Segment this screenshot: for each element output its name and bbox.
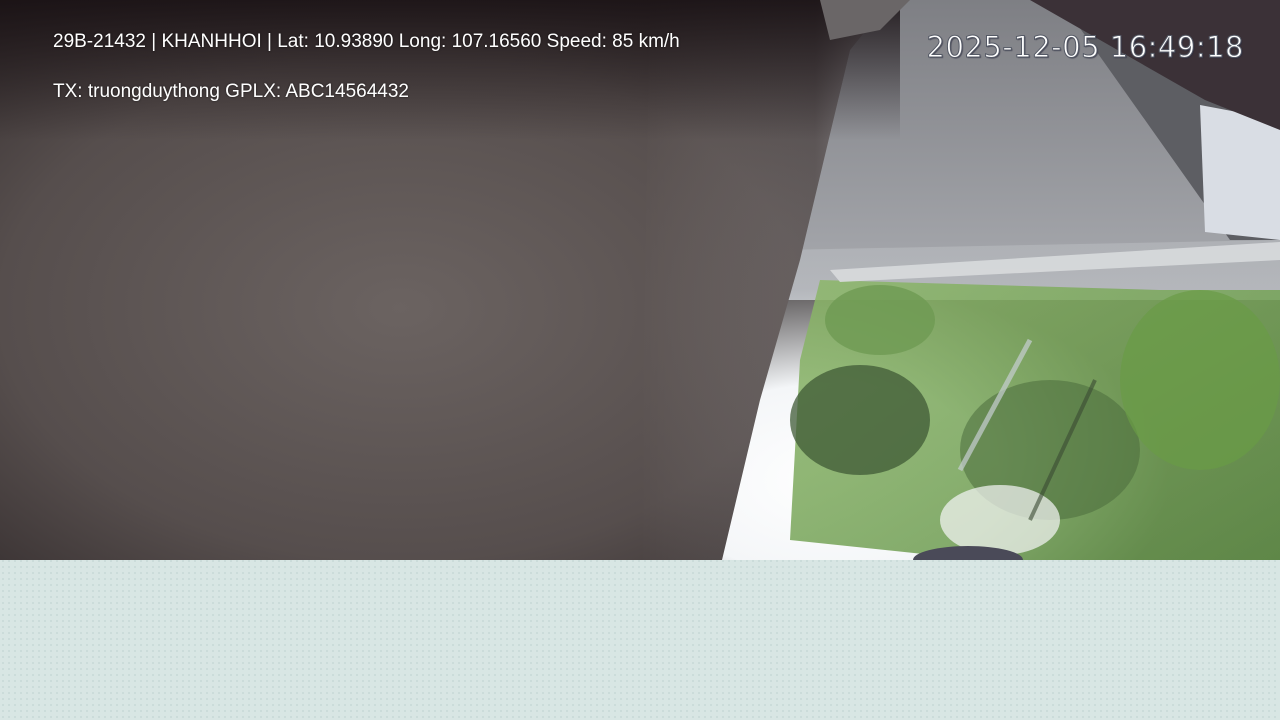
dashcam-video-frame: 29B-21432 | KHANHHOI | Lat: 10.93890 Lon… (0, 0, 1280, 560)
empty-background-area (0, 560, 1280, 720)
page: 29B-21432 | KHANHHOI | Lat: 10.93890 Lon… (0, 0, 1280, 720)
driver-info-overlay: TX: truongduythong GPLX: ABC14564432 (53, 81, 409, 102)
vehicle-info-overlay: 29B-21432 | KHANHHOI | Lat: 10.93890 Lon… (53, 31, 680, 52)
timestamp-overlay: 2025-12-05 16:49:18 (926, 30, 1244, 65)
